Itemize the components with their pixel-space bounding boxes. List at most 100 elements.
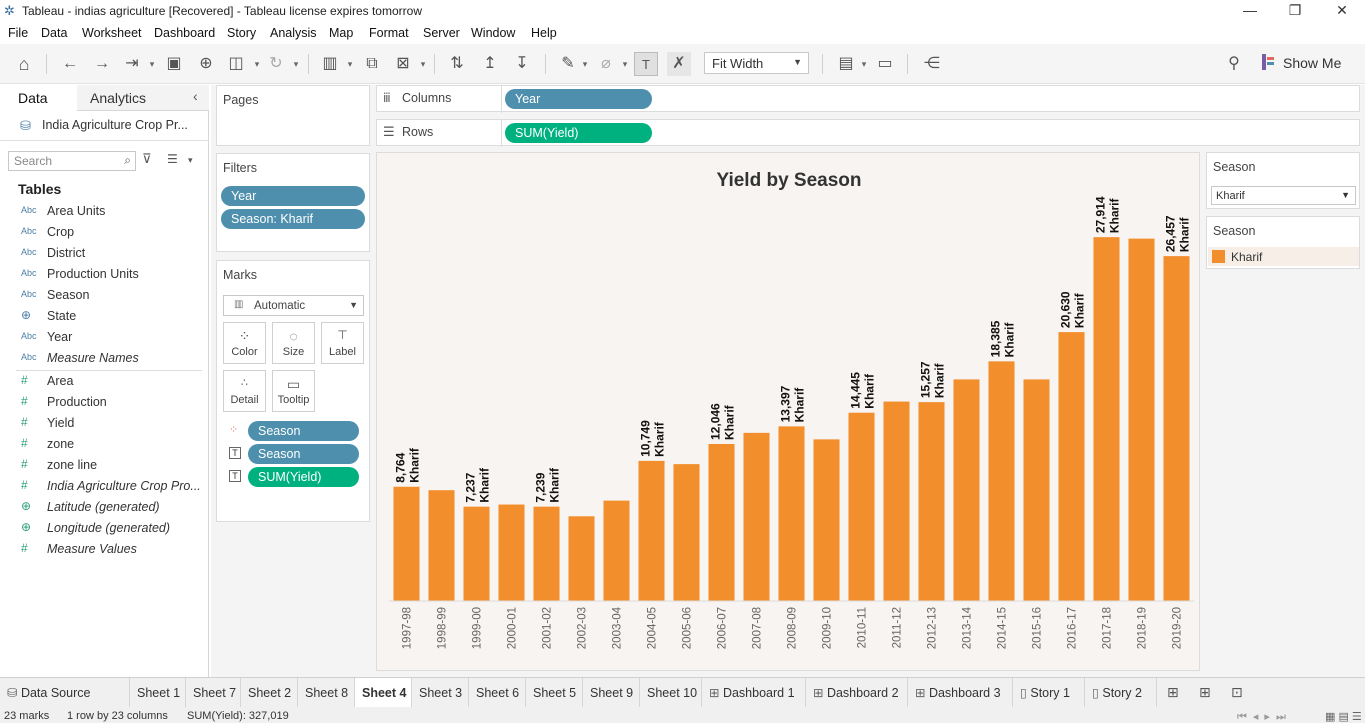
marks-pill-season-color[interactable]: Season [248, 421, 359, 441]
group-members-icon[interactable]: ⌀ [594, 52, 618, 76]
fix-axes-icon[interactable]: ✗ [667, 52, 691, 76]
swap-rows-columns-icon[interactable]: ⇅ [445, 52, 469, 76]
mark-type-dropdown[interactable]: ▥ Automatic ▼ [223, 295, 364, 316]
tab-sheet-10[interactable]: Sheet 10 [640, 678, 702, 708]
field-longitude-generated[interactable]: ⊕ Longitude (generated) [0, 518, 209, 539]
presentation-mode-icon[interactable]: ▭ [873, 52, 897, 76]
tab-dashboard-3[interactable]: ⊞ Dashboard 3 [908, 678, 1013, 708]
sheet-navigation-icon[interactable]: ⏮◂▸⏭ [1237, 710, 1292, 724]
chevron-down-icon[interactable]: ▾ [253, 52, 261, 76]
field-zone-line[interactable]: # zone line [0, 455, 209, 476]
field-measure-names[interactable]: Abc Measure Names [0, 348, 209, 369]
rows-shelf[interactable]: ☰ Rows SUM(Yield) [376, 119, 1360, 147]
menu-data[interactable]: Data [41, 26, 67, 40]
tab-sheet-3[interactable]: Sheet 3 [412, 678, 469, 708]
minimize-button[interactable]: — [1235, 2, 1265, 18]
field-measure-values[interactable]: # Measure Values [0, 539, 209, 560]
show-me-icon[interactable] [1262, 54, 1274, 70]
bar-2011-12[interactable] [883, 401, 910, 601]
show-cards-icon[interactable]: ▤ [834, 52, 858, 76]
view-options-icon[interactable]: ☰ [167, 152, 178, 166]
chevron-down-icon[interactable]: ▾ [346, 52, 354, 76]
rows-pill-sum-yield[interactable]: SUM(Yield) [505, 123, 652, 143]
tab-data-source[interactable]: ⛁ Data Source [0, 678, 130, 708]
sort-ascending-icon[interactable]: ↥ [478, 52, 502, 76]
menu-format[interactable]: Format [369, 26, 409, 40]
tab-sheet-1[interactable]: Sheet 1 [130, 678, 186, 708]
menu-help[interactable]: Help [531, 26, 557, 40]
filter-pill-year[interactable]: Year [221, 186, 365, 206]
field-state[interactable]: ⊕ State [0, 306, 209, 327]
menu-dashboard[interactable]: Dashboard [154, 26, 215, 40]
field-area-units[interactable]: Abc Area Units [0, 201, 209, 222]
chevron-down-icon[interactable]: ▾ [292, 52, 300, 76]
tab-sheet-4[interactable]: Sheet 4 [355, 678, 412, 708]
tab-sheet-6[interactable]: Sheet 6 [469, 678, 526, 708]
bar-2004-05[interactable] [638, 460, 665, 601]
field-area[interactable]: # Area [0, 371, 209, 392]
tab-sheet-7[interactable]: Sheet 7 [186, 678, 241, 708]
format-painter-icon[interactable]: ⚲ [1222, 52, 1246, 76]
detail-button[interactable]: ∴ Detail [223, 370, 266, 412]
highlight-icon[interactable]: ✎ [556, 52, 580, 76]
chevron-down-icon[interactable]: ▾ [148, 52, 156, 76]
marks-pill-season-label[interactable]: Season [248, 444, 359, 464]
tab-sheet-2[interactable]: Sheet 2 [241, 678, 298, 708]
fit-width-dropdown[interactable]: Fit Width ▼ [704, 52, 809, 74]
menu-worksheet[interactable]: Worksheet [82, 26, 142, 40]
redo-icon[interactable]: → [90, 52, 114, 76]
bar-1997-98[interactable] [393, 486, 420, 601]
replay-icon[interactable]: ⇥ [120, 52, 144, 76]
chevron-down-icon[interactable]: ▾ [419, 52, 427, 76]
bar-2012-13[interactable] [918, 402, 945, 601]
tab-data[interactable]: Data [0, 85, 77, 111]
clear-sheet-icon[interactable]: ⊠ [391, 52, 415, 76]
bar-2002-03[interactable] [568, 516, 595, 601]
filter-pill-season[interactable]: Season: Kharif [221, 209, 365, 229]
tab-story-2[interactable]: ▯ Story 2 [1085, 678, 1157, 708]
close-button[interactable]: ✕ [1327, 2, 1357, 19]
columns-pill-year[interactable]: Year [505, 89, 652, 109]
legend-item[interactable]: Kharif [1208, 247, 1359, 266]
menu-story[interactable]: Story [227, 26, 256, 40]
show-me-button[interactable]: Show Me [1283, 55, 1341, 71]
bar-2005-06[interactable] [673, 464, 700, 601]
new-data-source-icon[interactable]: ⊕ [194, 52, 218, 76]
field-production[interactable]: # Production [0, 392, 209, 413]
refresh-icon[interactable]: ↻ [264, 52, 288, 76]
tooltip-button[interactable]: ▭ Tooltip [272, 370, 315, 412]
field-season[interactable]: Abc Season [0, 285, 209, 306]
new-dashboard-icon[interactable]: ⊞ [1199, 684, 1211, 701]
bar-1999-00[interactable] [463, 506, 490, 601]
home-icon[interactable]: ⌂ [12, 52, 36, 76]
filter-icon[interactable]: ⊽ [142, 151, 152, 167]
field-india-agriculture-crop-pro[interactable]: # India Agriculture Crop Pro... [0, 476, 209, 497]
pause-updates-icon[interactable]: ◫ [224, 52, 248, 76]
bar-2006-07[interactable] [708, 443, 735, 601]
field-latitude-generated[interactable]: ⊕ Latitude (generated) [0, 497, 209, 518]
tab-sheet-9[interactable]: Sheet 9 [583, 678, 640, 708]
bar-2013-14[interactable] [953, 379, 980, 601]
tab-sheet-5[interactable]: Sheet 5 [526, 678, 583, 708]
tab-analytics[interactable]: Analytics ‹ [77, 85, 209, 110]
bar-2003-04[interactable] [603, 500, 630, 601]
chevron-down-icon[interactable]: ▾ [581, 52, 589, 76]
bar-1998-99[interactable] [428, 490, 455, 601]
bar-2001-02[interactable] [533, 506, 560, 601]
field-district[interactable]: Abc District [0, 243, 209, 264]
bar-2019-20[interactable] [1163, 256, 1190, 601]
columns-shelf[interactable]: ⅲ Columns Year [376, 85, 1360, 113]
field-zone[interactable]: # zone [0, 434, 209, 455]
chevron-down-icon[interactable]: ▾ [860, 52, 868, 76]
field-crop[interactable]: Abc Crop [0, 222, 209, 243]
undo-icon[interactable]: ← [58, 52, 82, 76]
tab-sheet-8[interactable]: Sheet 8 [298, 678, 355, 708]
menu-server[interactable]: Server [423, 26, 460, 40]
tab-dashboard-1[interactable]: ⊞ Dashboard 1 [702, 678, 806, 708]
bar-2009-10[interactable] [813, 439, 840, 601]
filters-card[interactable]: Filters Year Season: Kharif [216, 153, 370, 252]
new-story-icon[interactable]: ⊡ [1231, 684, 1243, 701]
grid-view-icon[interactable]: ▦ ▤ ☰ [1325, 710, 1362, 723]
collapse-pane-icon[interactable]: ‹ [193, 88, 198, 104]
chevron-down-icon[interactable]: ▾ [188, 155, 193, 166]
